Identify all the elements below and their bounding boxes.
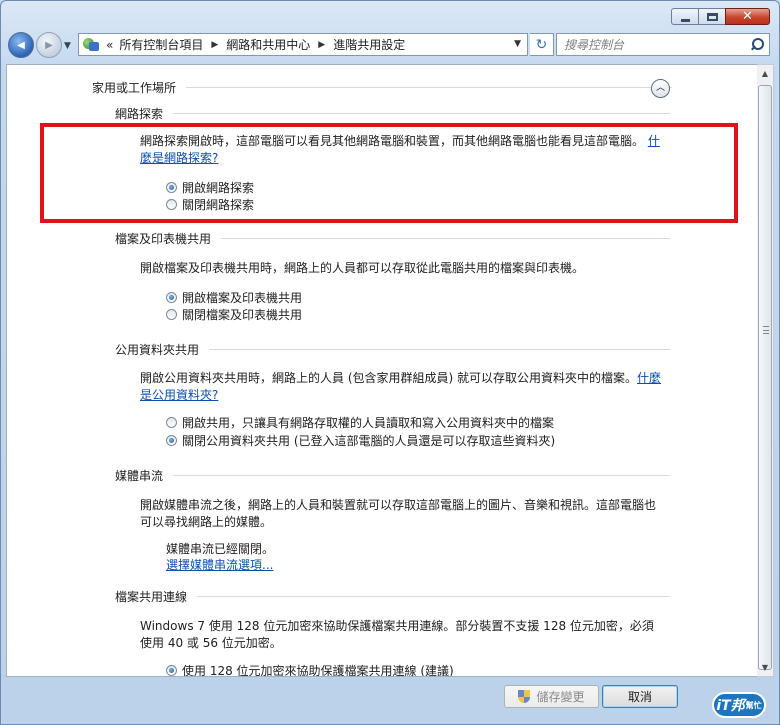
close-button[interactable]: ✕	[725, 8, 770, 25]
ithome-watermark-logo: iT邦 幫忙	[706, 689, 772, 721]
description-text: 開啟公用資料夾共用時，網路上的人員 (包含家用群組成員) 就可以存取公用資料夾中…	[140, 371, 637, 385]
highlight-annotation-box	[40, 123, 738, 223]
description-text: Windows 7 使用 128 位元加密來協助保護檔案共用連線。部分裝置不支援…	[140, 619, 654, 650]
divider	[173, 475, 670, 476]
address-dropdown-icon[interactable]: ▼	[514, 39, 521, 49]
settings-pane: 家用或工作場所 ︿ 網路探索 網路探索開啟時，這部電腦可以看見其他網路電腦和裝置…	[6, 64, 758, 677]
breadcrumb-control-panel[interactable]: 所有控制台項目	[119, 36, 203, 53]
description-text: 開啟媒體串流之後，網路上的人員和裝置就可以存取這部電腦上的圖片、音樂和視訊。這部…	[140, 498, 657, 529]
navigation-bar: ◀ ▶ ▼ « 所有控制台項目 ▶ 網路和共用中心 ▶ 進階共用設定 ▼ ↻	[6, 32, 774, 58]
profile-title: 家用或工作場所	[92, 81, 177, 95]
cancel-label: 取消	[627, 690, 652, 704]
footer-bar: 儲存變更 取消	[6, 678, 774, 718]
breadcrumb-advanced-sharing[interactable]: 進階共用設定	[333, 36, 405, 53]
radio-label[interactable]: 開啟共用，只讓具有網路存取權的人員讀取和寫入公用資料夾中的檔案	[182, 414, 554, 431]
save-label: 儲存變更	[536, 690, 585, 704]
breadcrumb-overflow[interactable]: «	[106, 38, 113, 52]
radio-button[interactable]	[166, 309, 177, 320]
breadcrumb-network-center[interactable]: 網路和共用中心	[226, 36, 310, 53]
radio-button-selected[interactable]	[166, 292, 177, 303]
media-status: 媒體串流已經關閉。	[166, 542, 275, 556]
radio-label[interactable]: 開啟檔案及印表機共用	[182, 289, 302, 306]
breadcrumb-separator-icon[interactable]: ▶	[211, 40, 218, 50]
uac-shield-icon	[518, 689, 531, 704]
printer-off-option[interactable]: 關閉檔案及印表機共用	[166, 306, 302, 323]
media-description: 開啟媒體串流之後，網路上的人員和裝置就可以存取這部電腦上的圖片、音樂和視訊。這部…	[140, 497, 665, 531]
maximize-icon	[707, 13, 718, 21]
scroll-up-icon[interactable]: ▲	[757, 65, 773, 82]
chevron-up-icon: ︿	[655, 83, 665, 93]
recent-pages-dropdown-icon[interactable]: ▼	[64, 41, 71, 51]
caption-buttons: ✕	[671, 8, 770, 25]
forward-button[interactable]: ▶	[36, 32, 62, 58]
back-arrow-icon: ◀	[17, 39, 25, 51]
printer-on-option[interactable]: 開啟檔案及印表機共用	[166, 289, 302, 306]
divider	[209, 349, 670, 350]
radio-label[interactable]: 使用 128 位元加密來協助保護檔案共用連線 (建議)	[182, 662, 454, 676]
section-title: 檔案共用連線	[115, 590, 188, 604]
address-bar[interactable]: « 所有控制台項目 ▶ 網路和共用中心 ▶ 進階共用設定 ▼	[78, 33, 528, 56]
search-box[interactable]	[556, 33, 770, 56]
grip-icon	[763, 326, 769, 334]
close-icon: ✕	[742, 9, 753, 24]
section-file-sharing-connections: 檔案共用連線	[115, 588, 670, 605]
divider	[197, 596, 670, 597]
radio-label[interactable]: 關閉檔案及印表機共用	[182, 306, 302, 323]
back-button[interactable]: ◀	[8, 32, 34, 58]
public-off-option[interactable]: 關閉公用資料夾共用 (已登入這部電腦的人員還是可以存取這些資料夾)	[166, 432, 555, 449]
radio-button[interactable]	[166, 417, 177, 428]
public-description: 開啟公用資料夾共用時，網路上的人員 (包含家用群組成員) 就可以存取公用資料夾中…	[140, 370, 665, 404]
refresh-button[interactable]: ↻	[530, 33, 554, 56]
refresh-icon: ↻	[535, 36, 548, 53]
logo-text: iT邦	[716, 698, 745, 714]
vertical-scrollbar[interactable]: ▲ ▼	[757, 64, 774, 677]
search-input[interactable]	[564, 37, 749, 52]
encryption-128-option[interactable]: 使用 128 位元加密來協助保護檔案共用連線 (建議)	[166, 662, 454, 676]
collapse-button[interactable]: ︿	[651, 79, 670, 98]
section-title: 網路探索	[115, 107, 164, 121]
logo-subtext: 幫忙	[745, 700, 762, 710]
public-on-option[interactable]: 開啟共用，只讓具有網路存取權的人員讀取和寫入公用資料夾中的檔案	[166, 414, 554, 431]
media-options-link[interactable]: 選擇媒體串流選項...	[166, 556, 273, 573]
search-icon[interactable]	[749, 37, 764, 52]
maximize-button[interactable]	[698, 8, 725, 25]
scrollbar-thumb[interactable]	[758, 85, 772, 670]
breadcrumb-separator-icon[interactable]: ▶	[318, 40, 325, 50]
save-changes-button[interactable]: 儲存變更	[504, 685, 599, 708]
radio-label[interactable]: 關閉公用資料夾共用 (已登入這部電腦的人員還是可以存取這些資料夾)	[182, 432, 555, 449]
network-center-icon	[82, 36, 100, 54]
radio-button-selected[interactable]	[166, 665, 177, 676]
section-public-folder-sharing: 公用資料夾共用	[115, 341, 670, 358]
minimize-icon	[681, 19, 690, 22]
minimize-button[interactable]	[671, 8, 698, 25]
section-file-printer-sharing: 檔案及印表機共用	[115, 230, 670, 247]
section-media-streaming: 媒體串流	[115, 467, 670, 484]
section-title: 檔案及印表機共用	[115, 232, 212, 246]
printer-description: 開啟檔案及印表機共用時，網路上的人員都可以存取從此電腦共用的檔案與印表機。	[140, 260, 665, 277]
forward-arrow-icon: ▶	[45, 39, 53, 51]
scroll-down-icon[interactable]: ▼	[757, 659, 773, 676]
section-title: 媒體串流	[115, 469, 164, 483]
profile-header: 家用或工作場所	[92, 79, 672, 96]
divider	[221, 238, 670, 239]
divider	[173, 113, 670, 114]
radio-button-selected[interactable]	[166, 435, 177, 446]
divider	[186, 87, 672, 88]
description-text: 開啟檔案及印表機共用時，網路上的人員都可以存取從此電腦共用的檔案與印表機。	[140, 261, 585, 275]
cancel-button[interactable]: 取消	[602, 685, 678, 708]
section-title: 公用資料夾共用	[115, 343, 200, 357]
section-network-discovery: 網路探索	[115, 105, 670, 122]
encryption-description: Windows 7 使用 128 位元加密來協助保護檔案共用連線。部分裝置不支援…	[140, 618, 665, 652]
